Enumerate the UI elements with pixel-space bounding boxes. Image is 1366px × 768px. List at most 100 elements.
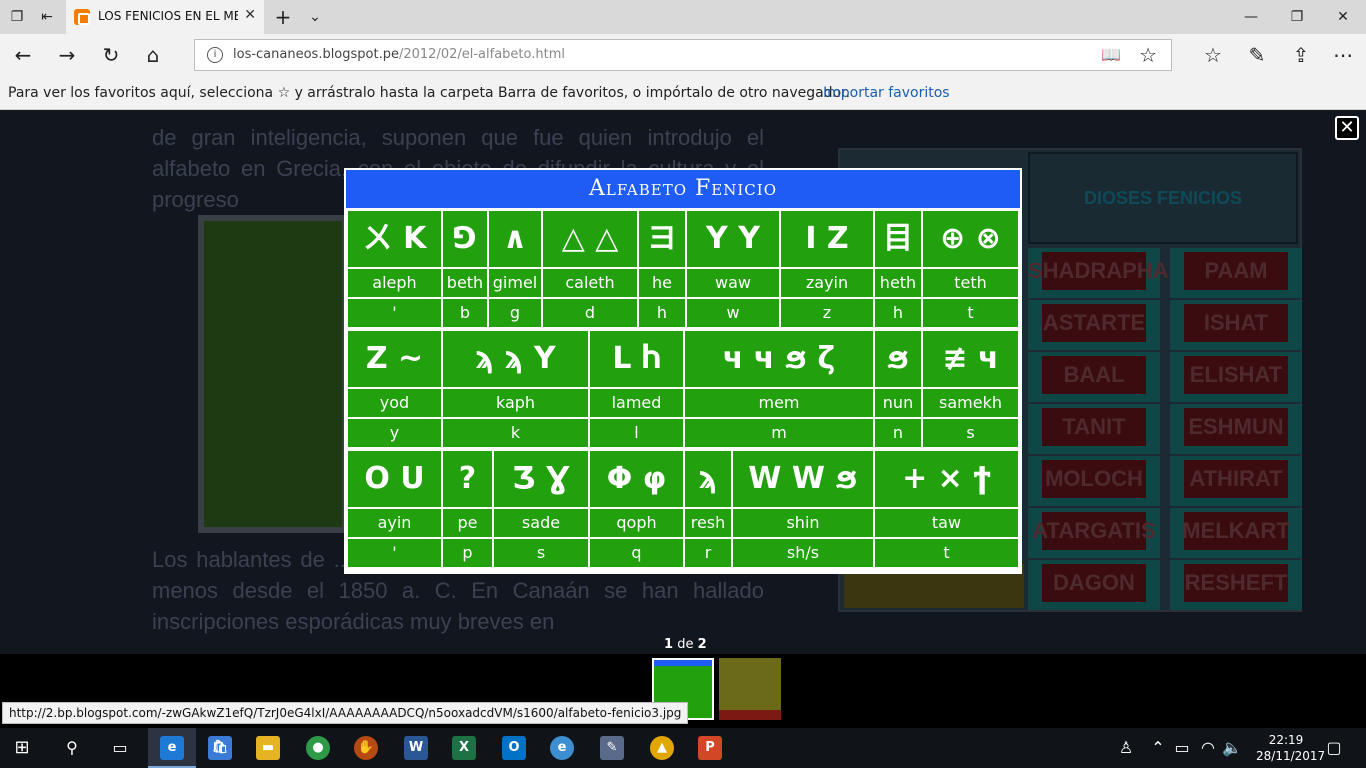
god-cell: ESHMUN <box>1170 404 1302 454</box>
windows-start-icon[interactable]: ⊞ <box>10 736 34 760</box>
tab-manager-icon[interactable]: ❐ <box>8 8 26 26</box>
god-cell: BAAL <box>1028 352 1160 402</box>
latin-letter-cell: h <box>875 299 921 327</box>
god-name: ESHMUN <box>1188 414 1284 439</box>
powerpoint-icon[interactable]: P <box>698 736 722 760</box>
share-icon[interactable]: ⇪ <box>1288 42 1314 68</box>
lightbox-close-button[interactable]: ✕ <box>1335 116 1359 140</box>
favorites-hub-icon[interactable]: ☆ <box>1200 42 1226 68</box>
tab-close-icon[interactable]: ✕ <box>244 7 256 23</box>
battery-icon[interactable]: ▭ <box>1170 736 1194 760</box>
god-cell: ISHAT <box>1170 300 1302 350</box>
gods-title: DIOSES FENICIOS <box>1083 188 1243 208</box>
volume-icon[interactable]: 🔈 <box>1220 736 1244 760</box>
phoenician-glyph-cell: △ △ <box>543 211 637 267</box>
tab-active[interactable]: LOS FENICIOS EN EL ME ✕ <box>66 0 264 34</box>
file-explorer-icon[interactable]: ▬ <box>256 736 280 760</box>
god-name: ATHIRAT <box>1189 466 1283 491</box>
god-name: DAGON <box>1053 570 1135 595</box>
wifi-icon[interactable]: ◠ <box>1196 736 1220 760</box>
chrome-icon[interactable]: ● <box>306 736 330 760</box>
word-icon[interactable]: W <box>404 736 428 760</box>
latin-letter-cell: z <box>781 299 873 327</box>
god-name: ATARGATIS <box>1032 518 1156 543</box>
task-view-icon[interactable]: ▭ <box>108 736 132 760</box>
paint-icon[interactable]: ✎ <box>600 736 624 760</box>
avast-icon[interactable]: ▲ <box>650 736 674 760</box>
latin-letter-cell: s <box>923 419 1018 447</box>
phoenician-glyph-cell: ϡ <box>685 451 731 507</box>
latin-letter-cell: n <box>875 419 921 447</box>
alphabet-table: ㄨ K ⅁ ∧ △ △ ヨ Y YI Z 目 ⊕ ⊗ aleph beth gimel caleth h… <box>346 210 1020 572</box>
back-icon[interactable]: ← <box>10 42 36 68</box>
god-cell: MOLOCH <box>1028 456 1160 506</box>
latin-letter-cell: d <box>543 299 637 327</box>
god-cell: ATHIRAT <box>1170 456 1302 506</box>
blogger-favicon-icon <box>74 9 90 25</box>
navigation-bar: ← → ↻ ⌂ i los-cananeos.blogspot.pe/2012/… <box>0 34 1366 76</box>
letter-name-cell: gimel <box>489 269 541 297</box>
god-cell: RESHEFT <box>1170 560 1302 610</box>
outlook-icon[interactable]: O <box>502 736 526 760</box>
info-icon[interactable]: i <box>207 47 223 63</box>
letter-name-cell: waw <box>687 269 779 297</box>
lightbox-image: Alfabeto Fenicio ㄨ K ⅁ ∧ △ △ ヨ Y YI Z 目 ⊕ ⊗ alep… <box>344 168 1022 574</box>
latin-letter-cell: h <box>639 299 685 327</box>
set-tabs-aside-icon[interactable]: ⇤ <box>38 8 56 26</box>
god-name: RESHEFT <box>1184 570 1288 595</box>
home-icon[interactable]: ⌂ <box>140 42 166 68</box>
gods-header: DIOSES FENICIOS <box>1028 152 1298 244</box>
ie-icon[interactable]: e <box>550 736 574 760</box>
people-icon[interactable]: ♙ <box>1114 736 1138 760</box>
latin-letter-cell: g <box>489 299 541 327</box>
chevron-down-icon[interactable]: ⌄ <box>306 8 324 26</box>
favorite-star-icon[interactable]: ☆ <box>1139 43 1157 67</box>
favorites-message: Para ver los favoritos aquí, selecciona … <box>8 85 851 101</box>
restore-button[interactable]: ❐ <box>1274 6 1320 28</box>
edge-icon[interactable]: e <box>160 736 184 760</box>
clock[interactable]: 22:19 28/11/2017 <box>1256 732 1326 764</box>
web-note-icon[interactable]: ✎ <box>1244 42 1270 68</box>
latin-letter-cell: l <box>590 419 683 447</box>
god-name: BAAL <box>1063 362 1125 387</box>
app-icon[interactable]: ✋ <box>354 736 378 760</box>
phoenician-glyph-cell: ≢ ч <box>923 331 1018 387</box>
latin-letter-cell: t <box>875 539 1018 567</box>
letter-name-cell: samekh <box>923 389 1018 417</box>
search-icon[interactable]: ⚲ <box>60 736 84 760</box>
latin-letter-cell: p <box>443 539 492 567</box>
taskbar: ⊞ ⚲ ▭ e 🛍 ▬ ● ✋ W X O e ✎ ▲ P ♙ ⌃ ▭ ◠ 🔈 … <box>0 728 1366 768</box>
letter-name-cell: yod <box>348 389 441 417</box>
forward-icon[interactable]: → <box>54 42 80 68</box>
refresh-icon[interactable]: ↻ <box>98 42 124 68</box>
latin-letter-cell: q <box>590 539 683 567</box>
close-window-button[interactable]: ✕ <box>1320 6 1366 28</box>
reading-view-icon[interactable]: 📖 <box>1101 45 1121 64</box>
minimize-button[interactable]: — <box>1228 6 1274 28</box>
latin-letter-cell: ' <box>348 299 441 327</box>
tab-title: LOS FENICIOS EN EL ME <box>98 9 238 23</box>
import-favorites-link[interactable]: Importar favoritos <box>823 85 950 101</box>
clock-date: 28/11/2017 <box>1256 749 1326 763</box>
notifications-icon[interactable]: ▢ <box>1322 736 1346 760</box>
new-tab-icon[interactable]: + <box>274 7 292 27</box>
thumbnail-2[interactable] <box>719 658 781 720</box>
excel-icon[interactable]: X <box>452 736 476 760</box>
letter-name-cell: qoph <box>590 509 683 537</box>
letter-name-cell: lamed <box>590 389 683 417</box>
letter-name-cell: taw <box>875 509 1018 537</box>
phoenician-glyph-cell: W W ϧ <box>733 451 873 507</box>
phoenician-glyph-cell: O U <box>348 451 441 507</box>
latin-letter-cell: m <box>685 419 873 447</box>
url-text: los-cananeos.blogspot.pe/2012/02/el-alfa… <box>233 47 565 62</box>
chevron-up-icon[interactable]: ⌃ <box>1146 736 1170 760</box>
background-alphabet-thumbnail[interactable] <box>198 215 348 533</box>
address-bar[interactable]: i los-cananeos.blogspot.pe/2012/02/el-al… <box>194 39 1172 71</box>
store-icon[interactable]: 🛍 <box>208 736 232 760</box>
god-name: ISHAT <box>1203 310 1269 335</box>
latin-letter-cell: t <box>923 299 1018 327</box>
phoenician-glyph-cell: ? <box>443 451 492 507</box>
phoenician-glyph-cell: Y Y <box>687 211 779 267</box>
more-icon[interactable]: ⋯ <box>1330 42 1356 68</box>
latin-letter-cell: ' <box>348 539 441 567</box>
